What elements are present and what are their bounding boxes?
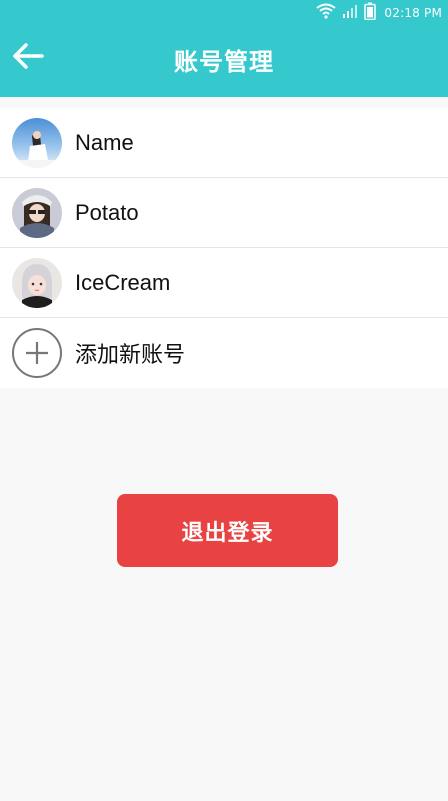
account-name: Potato: [75, 199, 139, 225]
avatar: [12, 117, 62, 168]
avatar: [12, 187, 62, 238]
plus-circle-icon: [12, 328, 62, 378]
signal-icon: [342, 3, 358, 23]
account-name: Name: [75, 129, 134, 155]
account-management-screen: 02:18 PM 账号管理 Name Potato IceCream 添加新账号…: [0, 0, 448, 801]
account-row-name[interactable]: Name: [0, 108, 448, 178]
account-list: Name Potato IceCream 添加新账号: [0, 108, 448, 388]
status-bar: 02:18 PM: [0, 0, 448, 26]
add-account-row[interactable]: 添加新账号: [0, 318, 448, 388]
account-row-icecream[interactable]: IceCream: [0, 248, 448, 318]
account-row-potato[interactable]: Potato: [0, 178, 448, 248]
account-name: IceCream: [75, 269, 171, 295]
battery-icon: [364, 2, 377, 24]
title-bar: 账号管理: [0, 26, 448, 97]
logout-button[interactable]: 退出登录: [117, 494, 338, 567]
wifi-icon: [316, 3, 337, 23]
add-account-label: 添加新账号: [75, 342, 186, 367]
avatar: [12, 257, 62, 308]
page-title: 账号管理: [174, 48, 274, 76]
status-icons: 02:18 PM: [316, 2, 442, 24]
status-time: 02:18 PM: [384, 6, 442, 20]
